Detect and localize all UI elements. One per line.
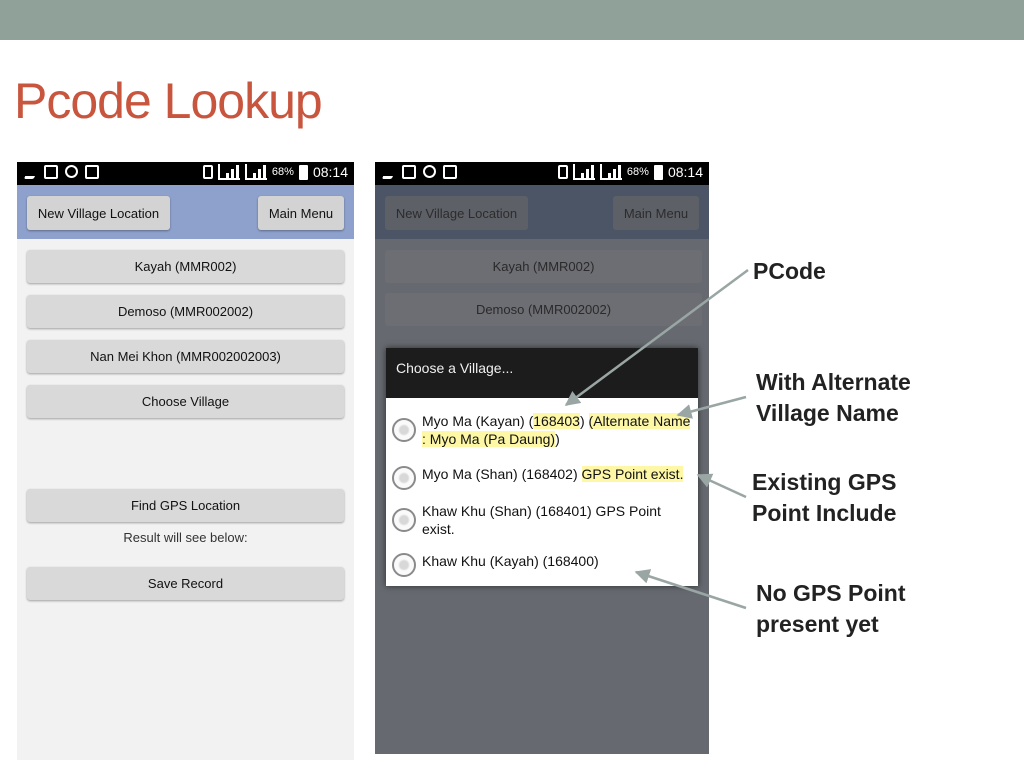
no-gps-annotation: No GPS Point present yet bbox=[756, 580, 906, 637]
message-icon bbox=[85, 165, 99, 179]
village-option[interactable]: Myo Ma (Shan) (168402) GPS Point exist. bbox=[392, 465, 692, 490]
battery-icon bbox=[653, 164, 663, 180]
status-bar: 68% 08:14 bbox=[375, 162, 709, 185]
village-option-label: Myo Ma (Kayan) (168403) (Alternate Name … bbox=[422, 413, 691, 447]
village-tract-button[interactable]: Nan Mei Khon (MMR002002003) bbox=[27, 340, 344, 373]
battery-percent: 68% bbox=[626, 166, 649, 178]
airplane-icon bbox=[23, 165, 41, 179]
gps-exist-highlight: GPS Point exist. bbox=[581, 466, 684, 482]
slide: Pcode Lookup 68% 08:14 New Village Locat… bbox=[0, 0, 1024, 768]
action-bar: New Village Location Main Menu bbox=[17, 185, 354, 239]
battery-icon bbox=[298, 164, 308, 180]
battery-percent: 68% bbox=[271, 166, 294, 178]
image-icon bbox=[44, 165, 58, 179]
radio-button[interactable] bbox=[392, 466, 416, 490]
phone-screen-dialog: 68% 08:14 New Village Location Main Menu… bbox=[375, 162, 709, 754]
vibrate-icon bbox=[202, 165, 213, 179]
choose-village-button[interactable]: Choose Village bbox=[27, 385, 344, 418]
clock: 08:14 bbox=[667, 164, 703, 180]
vibrate-icon bbox=[557, 165, 568, 179]
people-icon bbox=[65, 165, 78, 178]
airplane-icon bbox=[381, 165, 399, 179]
signal-icon bbox=[599, 164, 622, 180]
village-option[interactable]: Khaw Khu (Shan) (168401) GPS Point exist… bbox=[392, 502, 692, 538]
village-option[interactable]: Myo Ma (Kayan) (168403) (Alternate Name … bbox=[392, 412, 692, 448]
new-village-location-button: New Village Location bbox=[385, 196, 528, 230]
image-icon bbox=[402, 165, 416, 179]
find-gps-button[interactable]: Find GPS Location bbox=[27, 489, 344, 522]
gps-exist-annotation: Existing GPS Point Include bbox=[752, 469, 897, 526]
top-band bbox=[0, 0, 1024, 40]
main-menu-button[interactable]: Main Menu bbox=[258, 196, 344, 230]
village-option-label: Myo Ma (Shan) (168402) GPS Point exist. bbox=[422, 466, 684, 482]
choose-village-dialog: Choose a Village... Myo Ma (Kayan) (1684… bbox=[386, 348, 698, 586]
township-button[interactable]: Demoso (MMR002002) bbox=[27, 295, 344, 328]
phone-screen-main: 68% 08:14 New Village Location Main Menu… bbox=[17, 162, 354, 760]
radio-button[interactable] bbox=[392, 553, 416, 577]
result-text: Result will see below: bbox=[123, 530, 248, 545]
village-option-label: Khaw Khu (Shan) (168401) GPS Point exist… bbox=[422, 503, 661, 537]
radio-button[interactable] bbox=[392, 508, 416, 532]
save-record-button[interactable]: Save Record bbox=[27, 567, 344, 600]
village-option-label: Khaw Khu (Kayah) (168400) bbox=[422, 553, 599, 569]
state-button[interactable]: Kayah (MMR002) bbox=[27, 250, 344, 283]
signal-icon bbox=[217, 164, 240, 180]
pcode-annotation: PCode bbox=[753, 258, 826, 284]
township-button: Demoso (MMR002002) bbox=[385, 293, 702, 326]
message-icon bbox=[443, 165, 457, 179]
action-bar: New Village Location Main Menu bbox=[375, 185, 709, 239]
people-icon bbox=[423, 165, 436, 178]
status-bar: 68% 08:14 bbox=[17, 162, 354, 185]
dialog-title: Choose a Village... bbox=[386, 348, 698, 398]
radio-button[interactable] bbox=[392, 418, 416, 442]
signal-icon bbox=[572, 164, 595, 180]
village-options-list: Myo Ma (Kayan) (168403) (Alternate Name … bbox=[386, 398, 698, 586]
new-village-location-button[interactable]: New Village Location bbox=[27, 196, 170, 230]
village-option[interactable]: Khaw Khu (Kayah) (168400) bbox=[392, 552, 692, 577]
main-menu-button: Main Menu bbox=[613, 196, 699, 230]
alternate-name-annotation: With Alternate Village Name bbox=[756, 369, 911, 426]
clock: 08:14 bbox=[312, 164, 348, 180]
state-button: Kayah (MMR002) bbox=[385, 250, 702, 283]
signal-icon bbox=[244, 164, 267, 180]
slide-title: Pcode Lookup bbox=[14, 73, 323, 129]
pcode-highlight: 168403 bbox=[533, 413, 580, 429]
